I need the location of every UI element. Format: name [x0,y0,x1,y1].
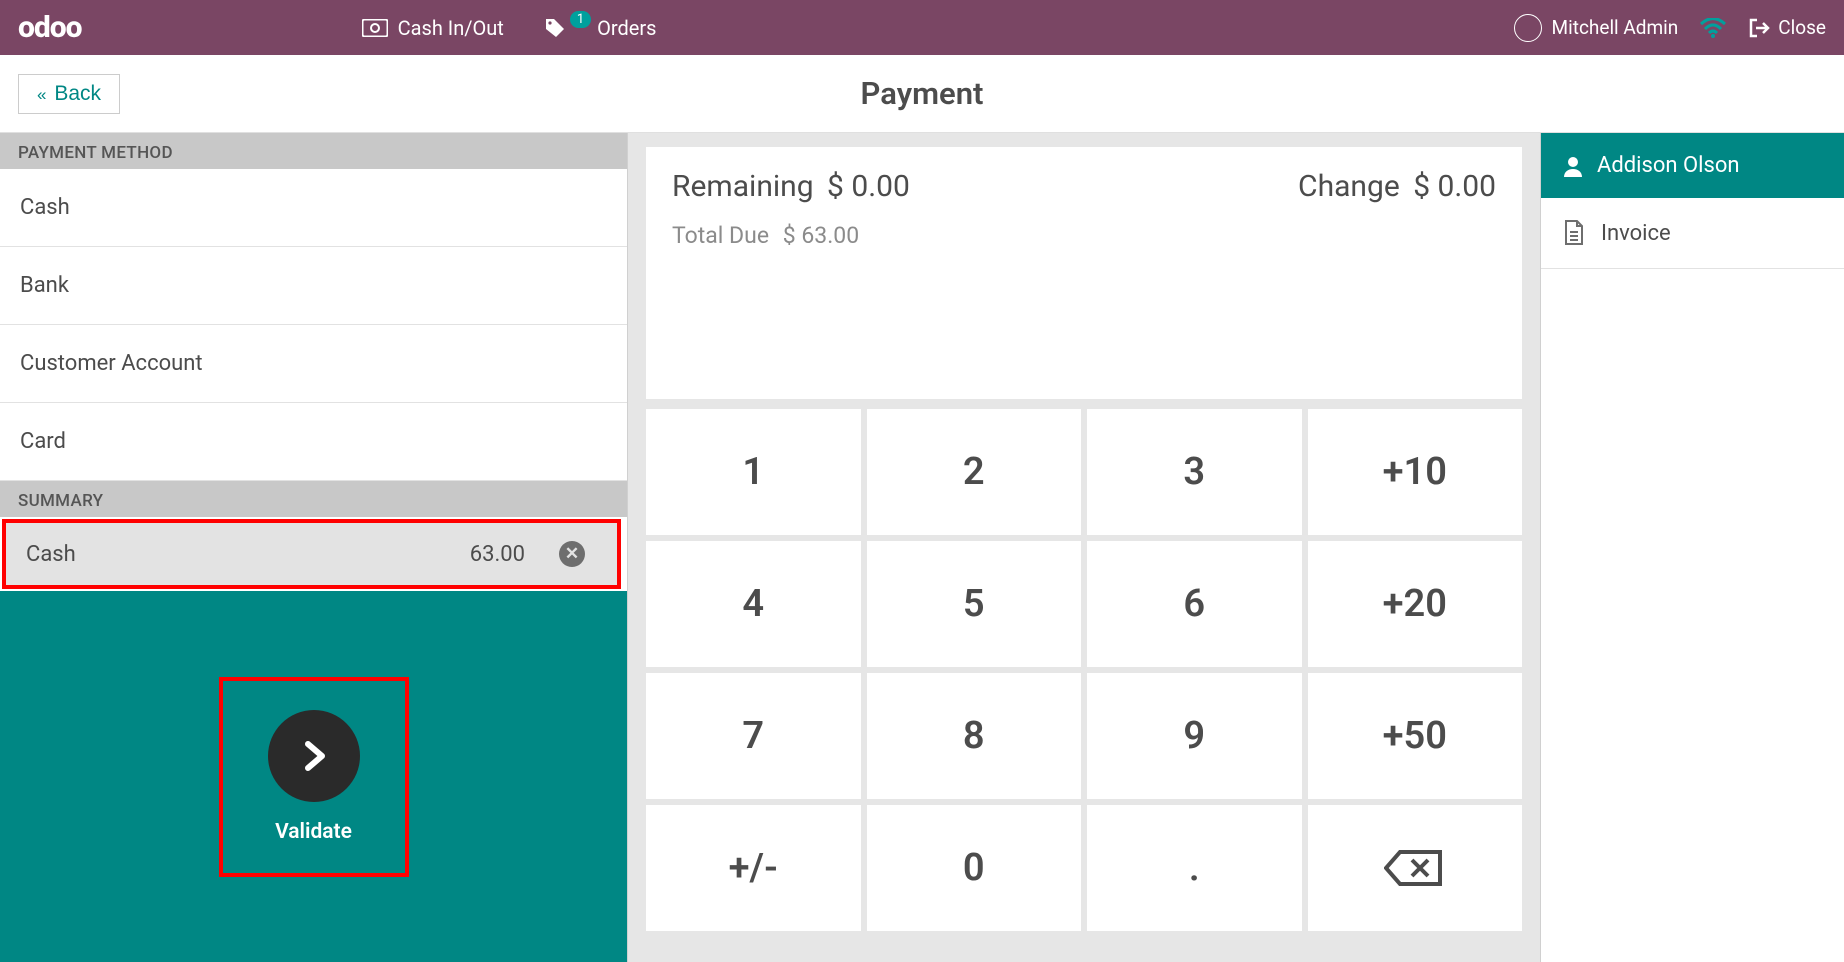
customer-name: Addison Olson [1597,153,1740,178]
nav-orders-label: Orders [597,16,656,40]
key-plus50[interactable]: +50 [1308,673,1523,799]
key-7[interactable]: 7 [646,673,861,799]
total-due-value: $ 63.00 [783,222,859,249]
change-value: $ 0.00 [1413,169,1496,204]
payment-info-panel: Remaining $ 0.00 Change $ 0.00 Total Due… [646,147,1522,399]
summary-line-cash[interactable]: Cash 63.00 ✕ [2,519,621,589]
remaining-label: Remaining [672,169,814,204]
right-column: Addison Olson Invoice [1540,133,1844,962]
chevron-left-icon: « [37,85,46,104]
avatar [1514,14,1542,42]
orders-badge: 1 [570,11,591,28]
summary-line-amount: 63.00 [470,542,559,567]
invoice-label: Invoice [1601,221,1671,246]
close-button[interactable]: Close [1748,16,1826,39]
main-area: PAYMENT METHOD Cash Bank Customer Accoun… [0,133,1844,962]
key-9[interactable]: 9 [1087,673,1302,799]
change-block: Change $ 0.00 [1298,169,1496,204]
method-customer-account[interactable]: Customer Account [0,325,627,403]
numpad: 1 2 3 +10 4 5 6 +20 7 8 9 +50 +/- 0 . [646,409,1522,931]
total-due-label: Total Due [672,222,769,249]
cash-icon [362,19,388,37]
key-1[interactable]: 1 [646,409,861,535]
page-header: « Back Payment [0,55,1844,133]
page-title: Payment [0,75,1844,112]
method-cash[interactable]: Cash [0,169,627,247]
key-8[interactable]: 8 [867,673,1082,799]
nav-orders[interactable]: 1 Orders [544,16,657,40]
back-button[interactable]: « Back [18,74,120,114]
method-card[interactable]: Card [0,403,627,481]
validate-panel: Validate [0,591,627,962]
remaining-block: Remaining $ 0.00 [672,169,910,204]
key-6[interactable]: 6 [1087,541,1302,667]
center-column: Remaining $ 0.00 Change $ 0.00 Total Due… [628,133,1540,962]
total-due-block: Total Due $ 63.00 [672,222,1496,249]
price-tag-icon [544,17,566,39]
chevron-right-icon [296,738,332,774]
back-label: Back [54,82,101,105]
close-label: Close [1778,16,1826,39]
key-5[interactable]: 5 [867,541,1082,667]
top-bar: odoo Cash In/Out 1 Orders Mitchell Admin… [0,0,1844,55]
method-bank[interactable]: Bank [0,247,627,325]
user-name: Mitchell Admin [1552,16,1679,39]
key-plusminus[interactable]: +/- [646,805,861,931]
backspace-icon [1384,848,1446,888]
validate-label: Validate [275,820,352,844]
summary-heading: SUMMARY [0,481,627,517]
key-4[interactable]: 4 [646,541,861,667]
left-column: PAYMENT METHOD Cash Bank Customer Accoun… [0,133,628,962]
nav-cash-in-out[interactable]: Cash In/Out [362,16,504,40]
customer-button[interactable]: Addison Olson [1541,133,1844,198]
validate-highlight: Validate [219,677,409,877]
sign-out-icon [1748,18,1770,38]
remove-line-button[interactable]: ✕ [559,541,585,567]
file-icon [1563,220,1585,246]
key-3[interactable]: 3 [1087,409,1302,535]
nav-cash-label: Cash In/Out [398,16,504,40]
change-label: Change [1298,169,1400,204]
close-icon: ✕ [565,544,579,564]
user-menu[interactable]: Mitchell Admin [1514,14,1679,42]
wifi-icon [1700,18,1726,38]
invoice-button[interactable]: Invoice [1541,198,1844,269]
key-plus20[interactable]: +20 [1308,541,1523,667]
odoo-logo: odoo [18,10,82,45]
key-2[interactable]: 2 [867,409,1082,535]
validate-button[interactable] [268,710,360,802]
remaining-value: $ 0.00 [827,169,910,204]
key-0[interactable]: 0 [867,805,1082,931]
key-dot[interactable]: . [1087,805,1302,931]
key-plus10[interactable]: +10 [1308,409,1523,535]
summary-line-label: Cash [26,542,470,567]
key-backspace[interactable] [1308,805,1523,931]
user-icon [1563,155,1583,177]
payment-method-heading: PAYMENT METHOD [0,133,627,169]
